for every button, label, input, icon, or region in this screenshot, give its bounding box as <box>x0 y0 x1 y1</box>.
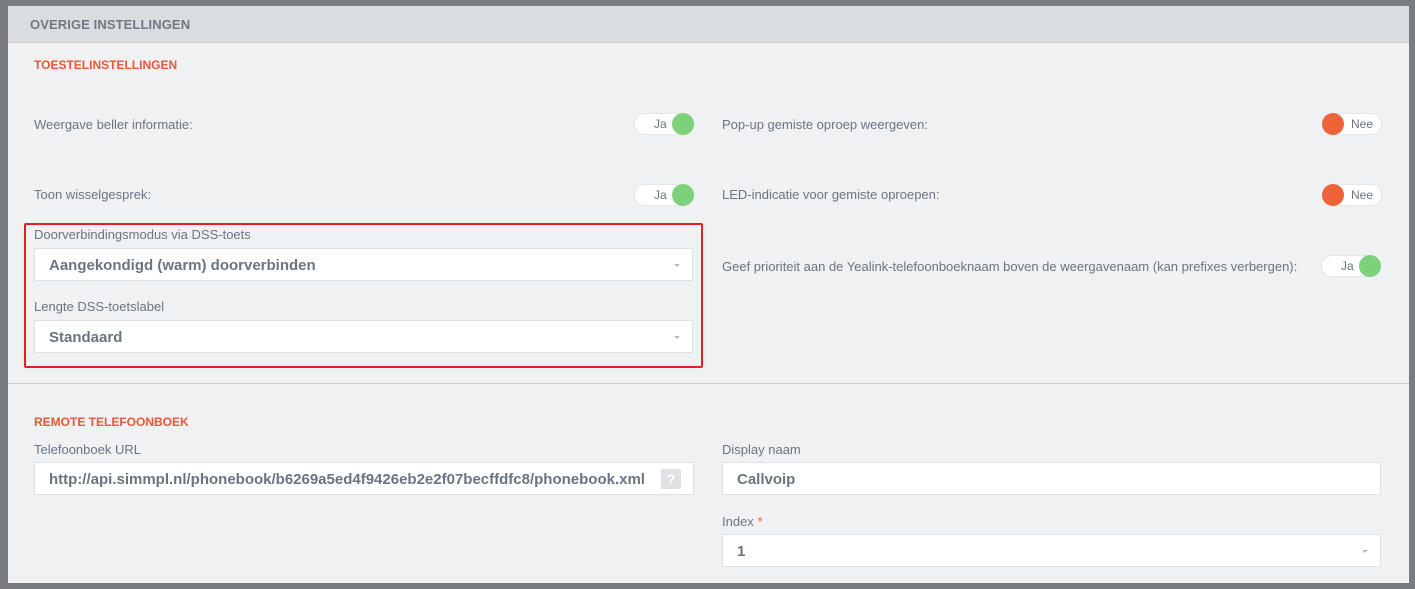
caller-info-label: Weergave beller informatie: <box>34 117 193 132</box>
panel-title: OVERIGE INSTELLINGEN <box>30 17 191 32</box>
input-value: http://api.simmpl.nl/phonebook/b6269a5ed… <box>49 471 645 488</box>
dss-label-length-select[interactable]: Standaard <box>34 320 693 353</box>
chevron-down-icon <box>674 264 680 267</box>
dss-label-length-label: Lengte DSS-toetslabel <box>34 299 165 314</box>
toggle-text: Ja <box>654 117 667 131</box>
phonebook-url-input[interactable]: http://api.simmpl.nl/phonebook/b6269a5ed… <box>34 462 694 495</box>
toggle-text: Nee <box>1351 188 1374 202</box>
toggle-knob <box>672 184 694 206</box>
select-value: Aangekondigd (warm) doorverbinden <box>49 257 316 274</box>
required-mark: * <box>757 514 763 529</box>
index-label-text: Index <box>722 514 754 529</box>
toggle-call-toggle[interactable]: Ja <box>634 184 694 206</box>
input-value: Callvoip <box>737 471 796 488</box>
caller-info-toggle[interactable]: Ja <box>634 113 694 135</box>
panel-header: OVERIGE INSTELLINGEN <box>8 6 1409 43</box>
select-value: 1 <box>737 543 746 560</box>
toggle-knob <box>1359 255 1381 277</box>
section-title-device: TOESTELINSTELLINGEN <box>34 58 178 72</box>
toggle-knob <box>1322 184 1344 206</box>
led-missed-toggle[interactable]: Nee <box>1322 184 1382 206</box>
missed-popup-label: Pop-up gemiste oproep weergeven: <box>722 117 928 132</box>
phonebook-url-label: Telefoonboek URL <box>34 442 141 457</box>
toggle-call-label: Toon wisselgesprek: <box>34 187 152 202</box>
chevron-down-icon <box>674 336 680 339</box>
yealink-priority-toggle[interactable]: Ja <box>1321 255 1381 277</box>
chevron-down-icon <box>1362 550 1368 553</box>
section-title-remote: REMOTE TELEFOONBOEK <box>34 415 189 429</box>
index-label: Index * <box>722 514 763 529</box>
toggle-knob <box>672 113 694 135</box>
settings-panel: OVERIGE INSTELLINGEN TOESTELINSTELLINGEN… <box>8 6 1409 583</box>
toggle-knob <box>1322 113 1344 135</box>
select-value: Standaard <box>49 329 123 346</box>
dss-transfer-select[interactable]: Aangekondigd (warm) doorverbinden <box>34 248 693 281</box>
help-icon[interactable]: ? <box>661 469 681 489</box>
toggle-text: Ja <box>1341 259 1354 273</box>
toggle-text: Nee <box>1351 117 1374 131</box>
dss-transfer-label: Doorverbindingsmodus via DSS-toets <box>34 227 251 242</box>
led-missed-label: LED-indicatie voor gemiste oproepen: <box>722 187 940 202</box>
section-divider <box>8 383 1409 384</box>
index-select[interactable]: 1 <box>722 534 1381 567</box>
yealink-priority-label: Geef prioriteit aan de Yealink-telefoonb… <box>722 259 1298 274</box>
display-name-label: Display naam <box>722 442 801 457</box>
missed-popup-toggle[interactable]: Nee <box>1322 113 1382 135</box>
toggle-text: Ja <box>654 188 667 202</box>
display-name-input[interactable]: Callvoip <box>722 462 1381 495</box>
